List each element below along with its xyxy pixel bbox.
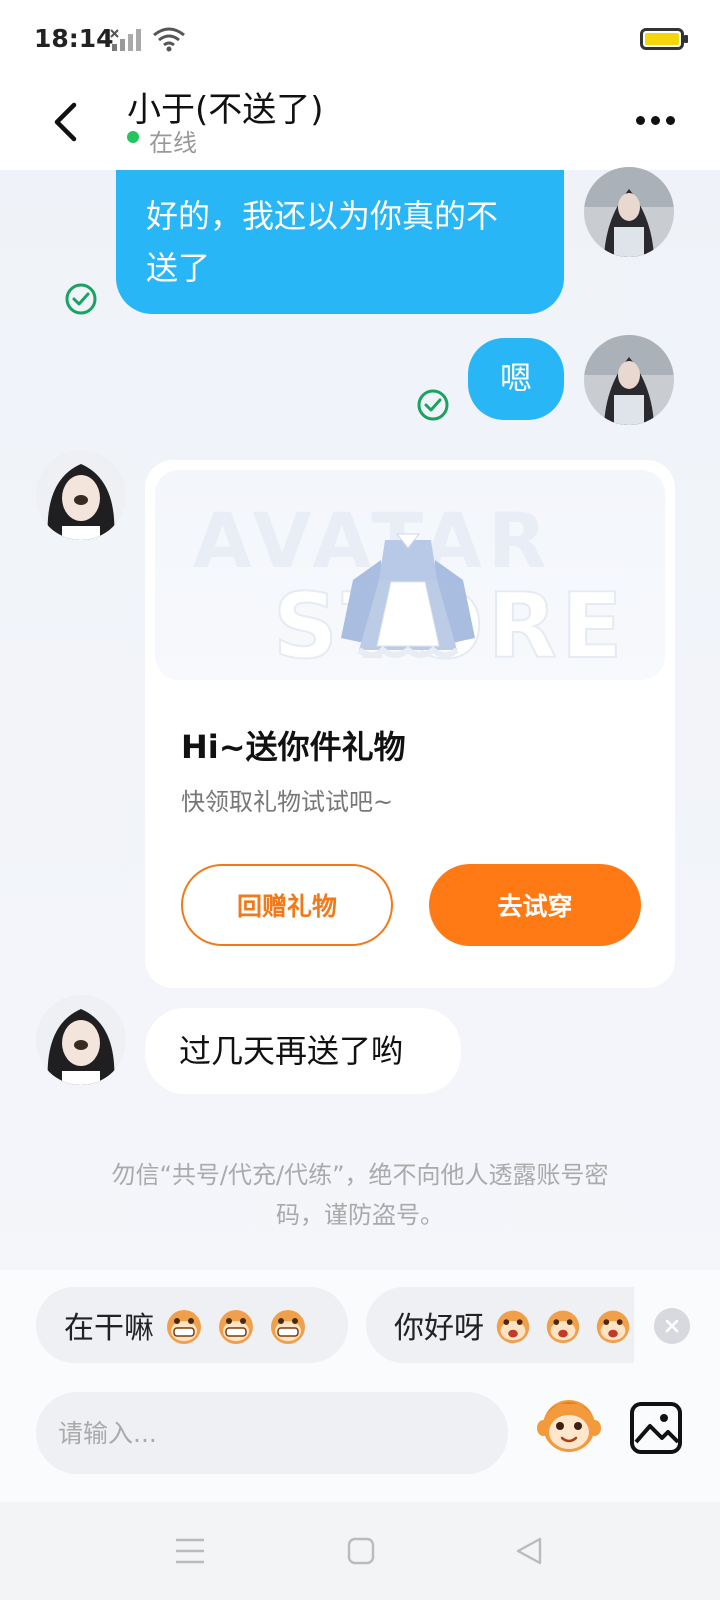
my-message-bubble[interactable]: 嗯 <box>468 338 564 420</box>
gift-title: Hi~送你件礼物 <box>181 728 406 766</box>
sticker-monkey-icon[interactable] <box>534 1388 604 1458</box>
grinning-monkey-icon <box>167 1310 201 1344</box>
avatar-image <box>584 167 674 257</box>
quick-reply-chip[interactable]: 在干嘛 <box>36 1287 348 1363</box>
grinning-monkey-icon <box>219 1310 253 1344</box>
message-text-line: 送了 <box>146 249 211 287</box>
close-icon <box>665 1319 679 1333</box>
avatar-image <box>584 335 674 425</box>
status-time: 18:14 <box>34 24 114 53</box>
safety-notice: 勿信“共号/代充/代练”，绝不向他人透露账号密 码，谨防盗号。 <box>70 1155 650 1235</box>
quick-reply-label: 你好呀 <box>394 1311 484 1346</box>
online-status-label: 在线 <box>149 129 197 157</box>
chat-header: 小于(不送了) 在线 <box>0 78 720 170</box>
battery-icon <box>640 28 688 50</box>
input-panel: 在干嘛 你好呀 <box>0 1270 720 1502</box>
my-avatar[interactable] <box>584 167 674 257</box>
my-avatar[interactable] <box>584 335 674 425</box>
online-status-dot <box>127 131 139 143</box>
system-nav-bar <box>0 1502 720 1600</box>
more-dot <box>650 115 660 125</box>
contact-message-bubble[interactable]: 过几天再送了哟 <box>145 1008 461 1094</box>
more-dot <box>635 115 645 125</box>
waving-monkey-icon <box>596 1310 630 1344</box>
my-message-bubble[interactable]: 好的，我还以为你真的不 送了 <box>116 170 564 314</box>
close-quick-replies-button[interactable] <box>654 1308 690 1344</box>
signal-icon <box>110 29 141 51</box>
gift-image[interactable]: AVATAR STORE <box>155 470 665 680</box>
message-input[interactable] <box>36 1392 508 1474</box>
contact-avatar[interactable] <box>36 450 126 540</box>
message-text: 嗯 <box>499 359 532 397</box>
waving-monkey-icon <box>496 1310 530 1344</box>
safety-notice-line: 勿信“共号/代充/代练”，绝不向他人透露账号密 <box>111 1161 609 1189</box>
more-options-button[interactable] <box>630 100 680 140</box>
read-check-icon <box>65 283 97 315</box>
more-dot <box>665 115 675 125</box>
read-check-icon <box>417 389 449 421</box>
home-icon[interactable] <box>346 1536 376 1566</box>
quick-reply-chip[interactable]: 你好呀 <box>366 1287 634 1363</box>
message-text: 过几天再送了哟 <box>179 1032 404 1070</box>
return-gift-button[interactable]: 回赠礼物 <box>181 864 393 946</box>
gift-subtitle: 快领取礼物试试吧~ <box>181 788 394 816</box>
safety-notice-line: 码，谨防盗号。 <box>276 1201 444 1229</box>
wifi-icon <box>153 27 185 52</box>
dress-illustration <box>341 533 475 658</box>
grinning-monkey-icon <box>271 1310 305 1344</box>
avatar-image <box>36 995 126 1085</box>
contact-avatar[interactable] <box>36 995 126 1085</box>
back-button[interactable] <box>40 92 90 152</box>
status-bar: 18:14 <box>0 0 720 78</box>
gift-card[interactable]: AVATAR STORE Hi~送你件礼物 快领取礼物试试吧~ 回赠礼物 去试穿 <box>145 460 675 988</box>
avatar-image <box>36 450 126 540</box>
quick-reply-label: 在干嘛 <box>64 1311 154 1346</box>
try-on-button[interactable]: 去试穿 <box>429 864 641 946</box>
message-text-line: 好的，我还以为你真的不 <box>146 197 499 235</box>
image-picker-icon[interactable] <box>628 1400 684 1456</box>
chevron-left-icon <box>54 102 77 142</box>
waving-monkey-icon <box>546 1310 580 1344</box>
menu-icon[interactable] <box>174 1536 206 1566</box>
back-triangle-icon[interactable] <box>514 1536 544 1566</box>
